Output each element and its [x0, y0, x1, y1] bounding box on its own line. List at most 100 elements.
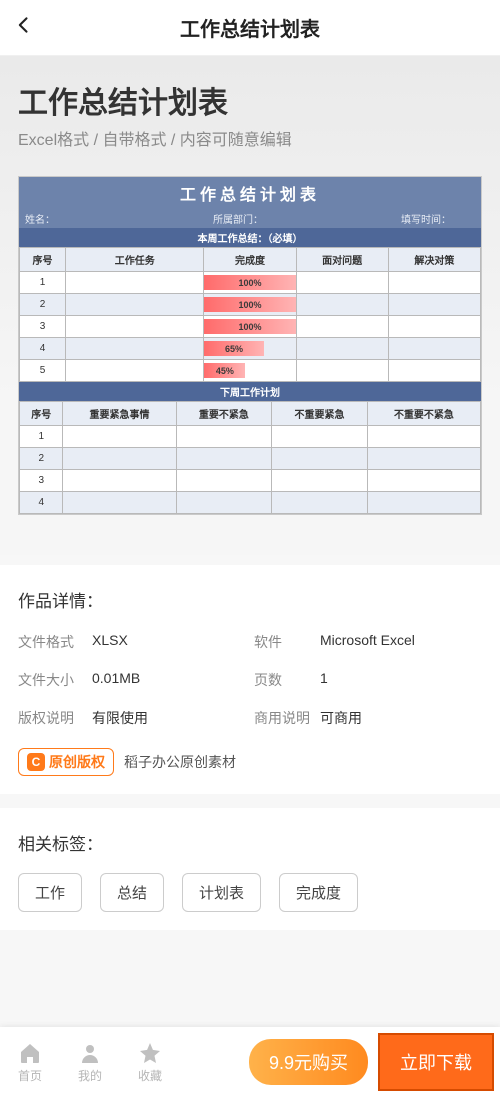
cell-progress: 100%	[204, 316, 296, 338]
cell-empty	[272, 492, 368, 514]
cell-empty	[272, 426, 368, 448]
cell-seq: 4	[20, 492, 63, 514]
tags-title: 相关标签：	[18, 830, 482, 855]
sheet-meta-dept: 所属部门：	[165, 211, 311, 226]
cell-empty	[63, 448, 176, 470]
cell-seq: 1	[20, 426, 63, 448]
user-icon	[78, 1041, 102, 1065]
cell-issue	[296, 338, 388, 360]
buy-button[interactable]: 9.9元购买	[249, 1039, 368, 1085]
cell-empty	[176, 470, 272, 492]
cell-issue	[296, 294, 388, 316]
cell-empty	[367, 448, 480, 470]
table-row: 4	[20, 492, 481, 514]
cell-progress: 100%	[204, 272, 296, 294]
cell-empty	[367, 426, 480, 448]
cell-empty	[367, 470, 480, 492]
tbl2-header: 不重要紧急	[272, 402, 368, 426]
detail-value: 1	[320, 670, 482, 690]
cell-seq: 4	[20, 338, 66, 360]
cell-issue	[296, 360, 388, 382]
progress-bar: 100%	[204, 319, 295, 334]
nav-mine[interactable]: 我的	[60, 1041, 120, 1084]
download-button[interactable]: 立即下载	[378, 1033, 494, 1091]
sheet-table-2: 序号重要紧急事情重要不紧急不重要紧急不重要不紧急 1234	[19, 401, 481, 514]
copyright-icon: C	[27, 753, 45, 771]
original-text: 稻子办公原创素材	[124, 752, 236, 772]
cell-empty	[63, 470, 176, 492]
cell-seq: 1	[20, 272, 66, 294]
nav-mine-label: 我的	[78, 1067, 102, 1084]
detail-label: 商用说明	[254, 708, 320, 728]
detail-label: 页数	[254, 670, 320, 690]
table-row: 5 45%	[20, 360, 481, 382]
bottom-bar: 首页 我的 收藏 9.9元购买 立即下载	[0, 1027, 500, 1097]
progress-bar: 100%	[204, 297, 295, 312]
tag-chip[interactable]: 计划表	[182, 873, 261, 912]
progress-bar: 65%	[204, 341, 263, 356]
sheet-preview: 工作总结计划表 姓名： 所属部门： 填写时间： 本周工作总结：（必填） 序号工作…	[18, 176, 482, 515]
cell-issue	[296, 316, 388, 338]
preview-section: 工作总结计划表 Excel格式 / 自带格式 / 内容可随意编辑 工作总结计划表…	[0, 56, 500, 555]
back-icon[interactable]	[14, 14, 42, 42]
cell-progress: 100%	[204, 294, 296, 316]
tbl2-header: 重要紧急事情	[63, 402, 176, 426]
tbl1-header: 序号	[20, 248, 66, 272]
tag-chip[interactable]: 完成度	[279, 873, 358, 912]
cell-task	[66, 272, 204, 294]
cell-empty	[272, 448, 368, 470]
sheet-meta-name: 姓名：	[19, 211, 165, 226]
cell-empty	[176, 426, 272, 448]
table-row: 2100%	[20, 294, 481, 316]
cell-task	[66, 360, 204, 382]
detail-label: 软件	[254, 632, 320, 652]
table-row: 4 65%	[20, 338, 481, 360]
detail-value: 有限使用	[92, 708, 254, 728]
cell-empty	[63, 426, 176, 448]
table-row: 3 100%	[20, 316, 481, 338]
detail-value: 可商用	[320, 708, 482, 728]
cell-task	[66, 338, 204, 360]
cell-solution	[388, 360, 480, 382]
cell-solution	[388, 316, 480, 338]
cell-empty	[176, 448, 272, 470]
tbl1-header: 解决对策	[388, 248, 480, 272]
table-row: 2	[20, 448, 481, 470]
progress-bar: 45%	[204, 363, 245, 378]
preview-title: 工作总结计划表	[18, 78, 482, 122]
nav-fav[interactable]: 收藏	[120, 1041, 180, 1084]
home-icon	[18, 1041, 42, 1065]
cell-empty	[63, 492, 176, 514]
tag-chip[interactable]: 总结	[100, 873, 164, 912]
tag-chip[interactable]: 工作	[18, 873, 82, 912]
detail-label: 文件格式	[18, 632, 92, 652]
detail-label: 文件大小	[18, 670, 92, 690]
table-row: 1 100%	[20, 272, 481, 294]
sheet-meta-date: 填写时间：	[311, 211, 481, 226]
nav-fav-label: 收藏	[138, 1067, 162, 1084]
details-grid: 文件格式XLSX软件Microsoft Excel文件大小0.01MB页数1版权…	[18, 632, 482, 728]
tbl1-header: 完成度	[204, 248, 296, 272]
tbl2-header: 重要不紧急	[176, 402, 272, 426]
star-icon	[138, 1041, 162, 1065]
nav-home[interactable]: 首页	[0, 1041, 60, 1084]
tbl2-header: 不重要不紧急	[367, 402, 480, 426]
table-row: 1	[20, 426, 481, 448]
preview-subtitle: Excel格式 / 自带格式 / 内容可随意编辑	[18, 126, 482, 150]
page-title: 工作总结计划表	[42, 13, 458, 42]
cell-empty	[367, 492, 480, 514]
cell-task	[66, 294, 204, 316]
sheet-title: 工作总结计划表	[19, 177, 481, 209]
details-section: 作品详情： 文件格式XLSX软件Microsoft Excel文件大小0.01M…	[0, 565, 500, 794]
tbl1-header: 工作任务	[66, 248, 204, 272]
detail-value: 0.01MB	[92, 670, 254, 690]
sheet-table-1: 序号工作任务完成度面对问题解决对策 1100%2100%3100%465%545…	[19, 247, 481, 382]
details-title: 作品详情：	[18, 587, 482, 612]
cell-solution	[388, 294, 480, 316]
cell-seq: 3	[20, 316, 66, 338]
cell-seq: 5	[20, 360, 66, 382]
cell-solution	[388, 272, 480, 294]
cell-progress: 65%	[204, 338, 296, 360]
detail-value: XLSX	[92, 632, 254, 652]
sheet-section2: 下周工作计划	[19, 382, 481, 401]
